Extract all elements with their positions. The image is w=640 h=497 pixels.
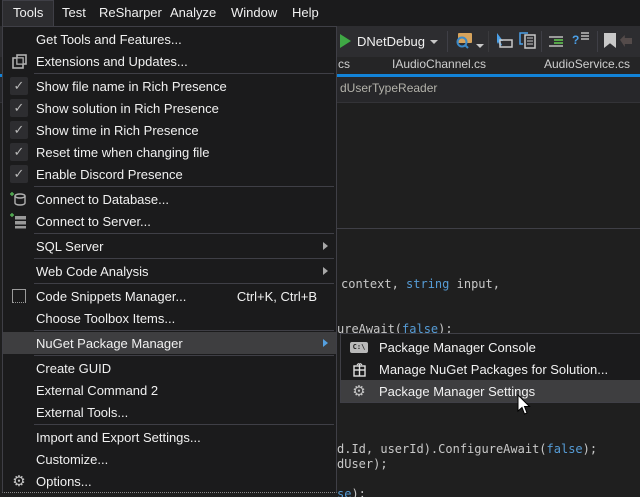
menu-item-options[interactable]: ⚙Options...: [3, 470, 336, 492]
gear-icon: ⚙: [12, 472, 25, 490]
server-icon: [8, 212, 30, 230]
submenu-item-package-manager-console[interactable]: C:\ Package Manager Console: [341, 336, 640, 358]
menu-item-choose-toolbox[interactable]: Choose Toolbox Items...: [3, 307, 336, 329]
code-line: d.Id, userId).ConfigureAwait(false);: [337, 442, 597, 456]
menu-item-get-tools[interactable]: Get Tools and Features...: [3, 28, 336, 50]
menu-item-import-export-settings[interactable]: Import and Export Settings...: [3, 426, 336, 448]
menu-item-extensions[interactable]: Extensions and Updates...: [3, 50, 336, 72]
menu-item-reset-time[interactable]: ✓Reset time when changing file: [3, 141, 336, 163]
debug-target-label[interactable]: DNetDebug: [357, 34, 425, 49]
menu-separator: [34, 186, 334, 187]
menu-item-web-code-analysis[interactable]: Web Code Analysis: [3, 260, 336, 282]
breadcrumb-type-name[interactable]: dUserTypeReader: [340, 81, 437, 95]
menubar-item-tools[interactable]: Tools: [2, 0, 54, 27]
menu-separator: [34, 424, 334, 425]
format-lines-icon[interactable]: [549, 35, 563, 48]
tools-menu: Get Tools and Features... Extensions and…: [2, 26, 337, 493]
menu-item-show-time[interactable]: ✓Show time in Rich Presence: [3, 119, 336, 141]
submenu-item-package-manager-settings[interactable]: ⚙ Package Manager Settings: [341, 380, 640, 402]
submenu-item-manage-nuget-packages[interactable]: Manage NuGet Packages for Solution...: [341, 358, 640, 380]
menu-item-connect-server[interactable]: Connect to Server...: [3, 210, 336, 232]
menu-item-customize[interactable]: Customize...: [3, 448, 336, 470]
menu-item-nuget-package-manager[interactable]: NuGet Package Manager: [3, 332, 336, 354]
menu-item-external-tools[interactable]: External Tools...: [3, 401, 336, 423]
menu-separator: [34, 258, 334, 259]
menu-separator: [34, 355, 334, 356]
menu-item-enable-discord[interactable]: ✓Enable Discord Presence: [3, 163, 336, 185]
menu-item-create-guid[interactable]: Create GUID: [3, 357, 336, 379]
tab-partial[interactable]: cs: [338, 57, 350, 74]
menu-item-connect-database[interactable]: Connect to Database...: [3, 188, 336, 210]
menu-separator: [34, 330, 334, 331]
code-line: se);: [337, 487, 366, 497]
menu-item-code-snippets[interactable]: Code Snippets Manager... Ctrl+K, Ctrl+B: [3, 285, 336, 307]
run-play-icon[interactable]: [340, 34, 351, 48]
shortcut-label: Ctrl+K, Ctrl+B: [237, 289, 317, 304]
menubar-item-analyze[interactable]: Analyze: [160, 0, 226, 26]
menubar-item-window[interactable]: Window: [221, 0, 287, 26]
vs-ide-window: Tools Test ReSharper Analyze Window Help…: [0, 0, 640, 497]
extensions-icon: [8, 52, 30, 70]
menu-item-external-command-2[interactable]: External Command 2: [3, 379, 336, 401]
submenu-arrow-icon: [323, 339, 328, 347]
menu-item-show-solution[interactable]: ✓Show solution in Rich Presence: [3, 97, 336, 119]
checkmark-icon: ✓: [10, 77, 28, 95]
package-icon: [346, 360, 372, 378]
toolbar-separator: [447, 31, 448, 52]
menubar-item-help[interactable]: Help: [282, 0, 329, 26]
editor-divider: [337, 228, 640, 229]
code-line: context, string input,: [341, 277, 500, 291]
toolbar-separator: [488, 31, 489, 52]
checkmark-icon: ✓: [10, 143, 28, 161]
copy-document-icon[interactable]: [518, 32, 538, 50]
menu-item-show-file-name[interactable]: ✓Show file name in Rich Presence: [3, 75, 336, 97]
checkmark-icon: ✓: [10, 121, 28, 139]
snippets-icon: [8, 287, 30, 305]
menu-separator: [34, 233, 334, 234]
code-line: dUser);: [337, 457, 388, 471]
submenu-arrow-icon: [323, 267, 328, 275]
cursor-box-icon[interactable]: [494, 32, 514, 49]
menu-separator: [34, 283, 334, 284]
toolbar-separator: [541, 31, 542, 52]
folder-search-icon[interactable]: [455, 31, 475, 49]
gear-icon: ⚙: [352, 382, 365, 400]
chevron-down-icon[interactable]: [430, 40, 438, 44]
database-icon: [8, 190, 30, 208]
checkmark-icon: ✓: [10, 99, 28, 117]
menu-item-sql-server[interactable]: SQL Server: [3, 235, 336, 257]
chevron-down-icon[interactable]: [476, 44, 484, 48]
toolbar-separator: [597, 31, 598, 52]
menu-separator: [34, 73, 334, 74]
help-lines-icon[interactable]: ?: [572, 31, 589, 47]
submenu-arrow-icon: [323, 242, 328, 250]
console-icon: C:\: [350, 342, 369, 353]
mouse-cursor: [517, 394, 533, 416]
checkmark-icon: ✓: [10, 165, 28, 183]
nuget-submenu: C:\ Package Manager Console Manage NuGet…: [340, 333, 640, 403]
tab-iaudiochannel[interactable]: IAudioChannel.cs: [392, 57, 486, 74]
tab-audioservice[interactable]: AudioService.cs: [544, 57, 630, 74]
